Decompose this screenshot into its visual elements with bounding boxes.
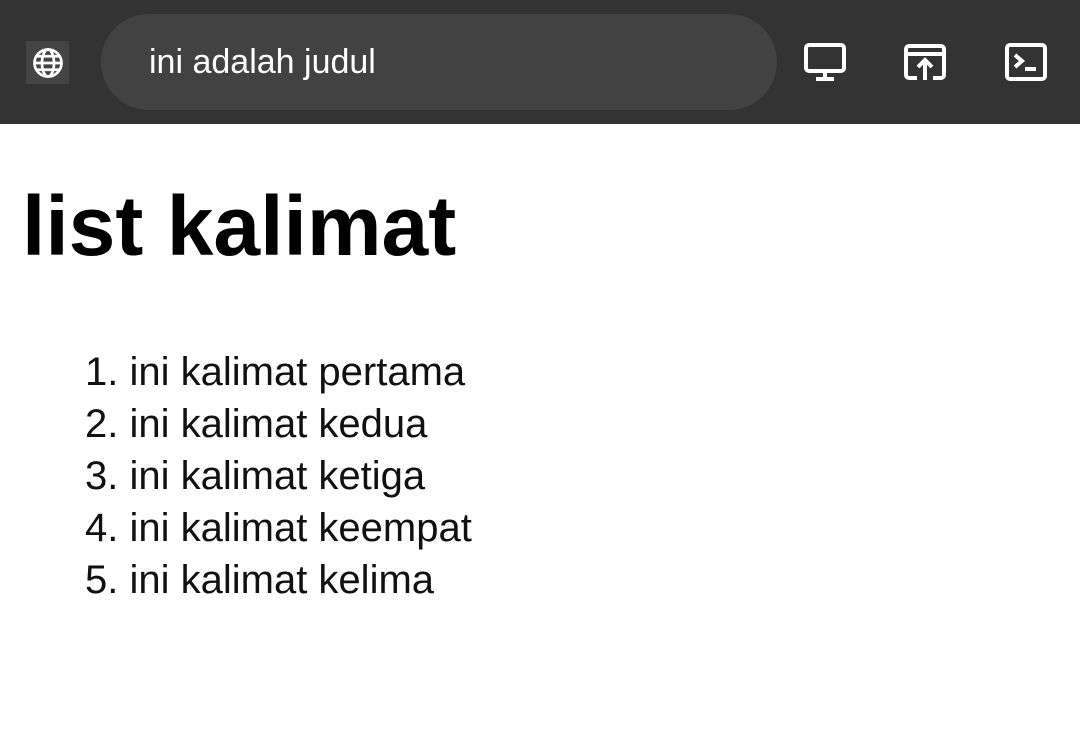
open-external-icon <box>904 44 946 80</box>
sentence-list: 1. ini kalimat pertama 2. ini kalimat ke… <box>85 346 472 606</box>
list-item-number: 4. <box>85 506 119 550</box>
address-bar[interactable]: ini adalah judul <box>101 14 777 110</box>
list-item-number: 5. <box>85 558 119 602</box>
list-item-number: 3. <box>85 454 119 498</box>
console-icon <box>1005 43 1047 81</box>
list-item: 4. ini kalimat keempat <box>85 502 472 554</box>
browser-toolbar: ini adalah judul <box>0 0 1080 124</box>
list-item-text: ini kalimat kelima <box>129 558 435 602</box>
desktop-icon <box>804 43 846 81</box>
globe-icon[interactable] <box>26 41 69 84</box>
open-external-button[interactable] <box>903 40 947 84</box>
list-item-text: ini kalimat keempat <box>129 506 472 550</box>
console-button[interactable] <box>1004 40 1048 84</box>
list-item-text: ini kalimat ketiga <box>129 454 426 498</box>
list-item: 3. ini kalimat ketiga <box>85 450 472 502</box>
list-item-number: 2. <box>85 402 119 446</box>
list-item: 5. ini kalimat kelima <box>85 554 472 606</box>
desktop-view-button[interactable] <box>803 40 847 84</box>
list-item-number: 1. <box>85 350 119 394</box>
list-item: 1. ini kalimat pertama <box>85 346 472 398</box>
list-item: 2. ini kalimat kedua <box>85 398 472 450</box>
list-item-text: ini kalimat pertama <box>129 350 466 394</box>
list-item-text: ini kalimat kedua <box>129 402 428 446</box>
page-title: list kalimat <box>22 179 457 273</box>
page-content: list kalimat 1. ini kalimat pertama 2. i… <box>0 124 1080 751</box>
address-text: ini adalah judul <box>149 42 376 81</box>
